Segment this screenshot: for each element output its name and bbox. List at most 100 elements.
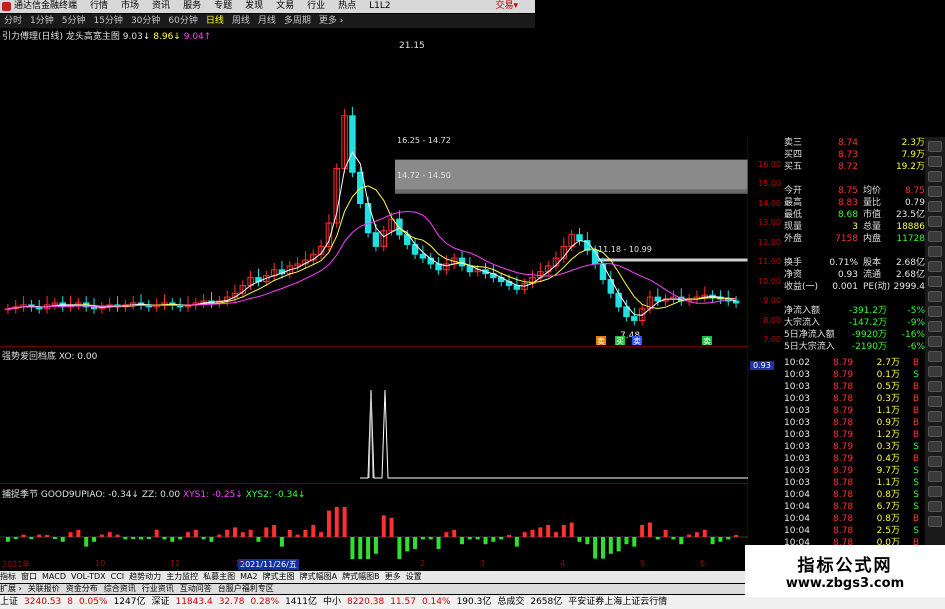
tick-side: S xyxy=(913,442,919,452)
price-tick: 7.00 xyxy=(763,335,781,344)
side-tool-icon[interactable] xyxy=(928,426,942,437)
ind2-bar xyxy=(436,537,441,549)
side-tool-icon[interactable] xyxy=(928,411,942,422)
indicator-tab-10[interactable]: 牌式幅图A xyxy=(300,572,337,581)
tick-list[interactable]: 10:02 8.79 2.7万 B 10:03 8.79 0.1万 S 10:03 8.78 0.5… xyxy=(783,357,925,549)
tick-row: 10:03 8.79 9.7万 S xyxy=(783,465,925,477)
ext-tab-2[interactable]: 资金分布 xyxy=(66,584,98,593)
quote-value2: 8.75 xyxy=(904,186,925,196)
ind2-bar xyxy=(499,537,504,540)
indicator-tab-5[interactable]: 趋势动力 xyxy=(129,572,161,581)
side-tool-icon[interactable] xyxy=(928,231,942,242)
ind2-bar xyxy=(561,525,566,537)
indicator-tab-3[interactable]: VOL-TDX xyxy=(71,572,106,581)
side-tool-icon[interactable] xyxy=(928,171,942,182)
ind2-bar xyxy=(326,510,331,537)
indicator-tab-9[interactable]: 牌式主图 xyxy=(263,572,295,581)
ind2-bar xyxy=(131,537,136,539)
ind2-bar xyxy=(585,537,590,545)
side-tool-icon[interactable] xyxy=(928,456,942,467)
candle-body xyxy=(372,232,380,247)
tick-time: 10:04 xyxy=(784,526,810,536)
ind2-bar xyxy=(264,527,269,537)
ind2-bar xyxy=(420,537,425,540)
ext-tab-0[interactable]: 扩展 › xyxy=(0,584,22,593)
quote-row xyxy=(783,245,925,257)
tick-row: 10:04 8.78 0.8万 S xyxy=(783,489,925,501)
ind2-bar xyxy=(507,535,512,537)
band1-label: 16.25 - 14.72 xyxy=(397,136,451,145)
tick-price: 8.78 xyxy=(833,478,854,488)
tick-price: 8.78 xyxy=(833,514,854,524)
side-tool-icon[interactable] xyxy=(928,501,942,512)
ext-tab-4[interactable]: 行业资讯 xyxy=(142,584,174,593)
indicator-tab-13[interactable]: 设置 xyxy=(406,572,422,581)
tick-price: 8.79 xyxy=(833,370,854,380)
ext-tab-6[interactable]: 台服户福利专区 xyxy=(218,584,274,593)
side-tool-icon[interactable] xyxy=(928,246,942,257)
ind2-bar xyxy=(514,537,519,547)
side-tool-icon[interactable] xyxy=(928,486,942,497)
ind2-bar xyxy=(710,537,715,545)
side-tool-icon[interactable] xyxy=(928,336,942,347)
ext-tab-5[interactable]: 互动问答 xyxy=(180,584,212,593)
side-tool-icon[interactable] xyxy=(928,321,942,332)
indicator-tab-0[interactable]: 指标 xyxy=(0,572,16,581)
candle-body xyxy=(654,296,662,302)
side-tool-icon[interactable] xyxy=(928,276,942,287)
indicator-tab-8[interactable]: MA2 xyxy=(240,572,257,581)
ext-tab-3[interactable]: 综合资讯 xyxy=(104,584,136,593)
indicator-tab-2[interactable]: MACD xyxy=(42,572,66,581)
band2-label: 14.72 - 14.50 xyxy=(397,171,451,180)
tick-time: 10:03 xyxy=(784,430,810,440)
ind2-bar xyxy=(186,532,190,537)
candle-body xyxy=(349,115,356,173)
date-label: 11 xyxy=(170,559,181,568)
side-tool-icon[interactable] xyxy=(928,396,942,407)
tick-volume: 9.7万 xyxy=(876,466,900,476)
ext-tab-1[interactable]: 关联报价 xyxy=(28,584,60,593)
side-tool-icon[interactable] xyxy=(928,186,942,197)
side-tool-icon[interactable] xyxy=(928,261,942,272)
side-tool-icon[interactable] xyxy=(928,381,942,392)
status-item-8: 0.28% xyxy=(250,597,280,607)
quote-label2: 均价 xyxy=(863,186,882,196)
indicator-tab-7[interactable]: 私募主图 xyxy=(203,572,235,581)
side-tool-icon[interactable] xyxy=(928,291,942,302)
side-tool-icon[interactable] xyxy=(928,216,942,227)
quote-label2: 股本 xyxy=(863,258,882,268)
side-tool-icon[interactable] xyxy=(928,306,942,317)
tick-time: 10:04 xyxy=(784,514,810,524)
side-tool-icon[interactable] xyxy=(928,156,942,167)
indicator-tab-1[interactable]: 窗口 xyxy=(21,572,37,581)
quote-label: 最高 xyxy=(784,198,803,208)
side-tool-icon[interactable] xyxy=(928,516,942,527)
price-tick: 8.00 xyxy=(763,315,781,325)
indicator-tab-12[interactable]: 更多 xyxy=(385,572,401,581)
side-tool-icon[interactable] xyxy=(928,201,942,212)
ind2-bar xyxy=(475,537,480,540)
side-tool-icon[interactable] xyxy=(928,141,942,152)
ind2-bar xyxy=(92,537,97,542)
tick-row: 10:03 8.79 1.1万 B xyxy=(783,405,925,417)
ind2-bar xyxy=(162,537,167,540)
side-tool-icon[interactable] xyxy=(928,441,942,452)
ind2-bar xyxy=(726,537,731,540)
indicator2-xys1: XYS1: -0.25↓ xyxy=(183,490,243,500)
flow-label: 净流入额 xyxy=(784,306,821,316)
tick-time: 10:02 xyxy=(784,358,810,368)
kline-chart[interactable]: 21.157.4816.25 - 14.7214.72 - 14.5011.18… xyxy=(0,0,748,559)
indicator-tab-6[interactable]: 主力监控 xyxy=(166,572,198,581)
side-tool-icon[interactable] xyxy=(928,366,942,377)
quote-label2: 流通 xyxy=(863,270,882,280)
indicator2-zz: ZZ: 0.00 xyxy=(141,490,181,500)
tick-volume: 0.5万 xyxy=(876,382,900,392)
indicator-tab-4[interactable]: CCI xyxy=(111,572,125,581)
side-tool-icon[interactable] xyxy=(928,351,942,362)
indicator2-label: 捕捉季节 GOOD9UPIAO: -0.34↓ ZZ: 0.00 XYS1: -… xyxy=(2,487,306,500)
tick-price: 8.79 xyxy=(833,442,854,452)
side-tool-icon[interactable] xyxy=(928,471,942,482)
signal-tag-text: 买 xyxy=(616,337,624,346)
indicator-tab-11[interactable]: 牌式幅图B xyxy=(342,572,380,581)
ind2-bar xyxy=(76,529,81,537)
